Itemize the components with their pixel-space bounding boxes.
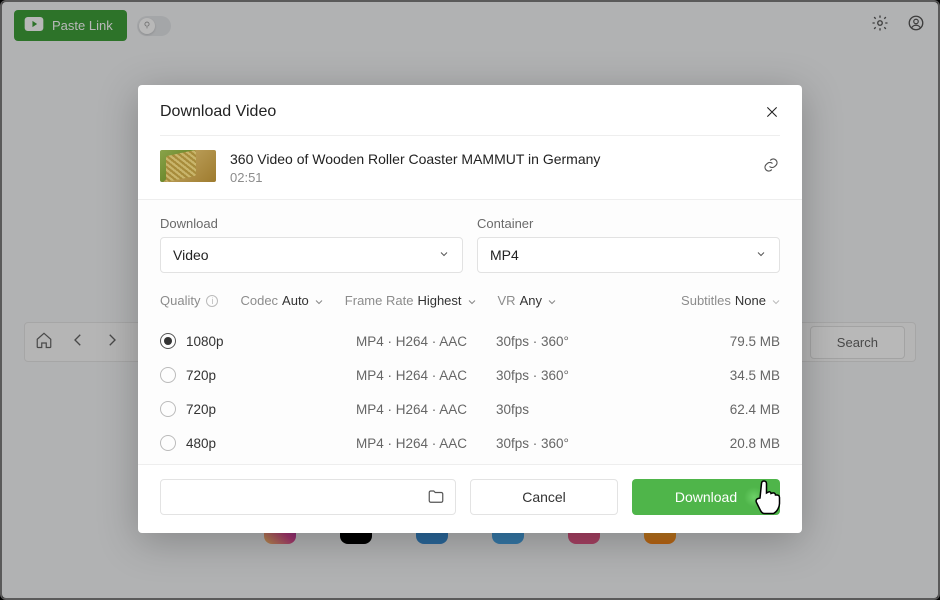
app-window: Paste Link bbox=[0, 0, 940, 600]
subtitles-label: Subtitles bbox=[681, 293, 731, 308]
download-type-field: Download Video bbox=[160, 216, 463, 273]
quality-value: 720p bbox=[186, 368, 356, 383]
codec-value: MP4 · H264 · AAC bbox=[356, 334, 496, 349]
subtitles-value: None bbox=[735, 293, 766, 308]
config-section: Download Video Container MP4 Qualit bbox=[138, 200, 802, 318]
video-meta: 360 Video of Wooden Roller Coaster MAMMU… bbox=[230, 150, 748, 185]
fps-value: 30fps · 360° bbox=[496, 334, 636, 349]
vr-value: Any bbox=[520, 293, 542, 308]
video-info-row: 360 Video of Wooden Roller Coaster MAMMU… bbox=[138, 136, 802, 199]
quality-row[interactable]: 1080pMP4 · H264 · AAC30fps · 360° 79.5 MB bbox=[160, 324, 780, 358]
quality-value: 480p bbox=[186, 436, 356, 451]
chevron-down-icon bbox=[546, 296, 556, 306]
fps-value: 30fps bbox=[496, 402, 636, 417]
download-type-dropdown[interactable]: Video bbox=[160, 237, 463, 273]
info-icon: i bbox=[206, 295, 218, 307]
vr-filter[interactable]: VR Any bbox=[498, 293, 556, 308]
container-dropdown[interactable]: MP4 bbox=[477, 237, 780, 273]
quality-label: Quality bbox=[160, 293, 200, 308]
modal-footer: Cancel Download bbox=[138, 464, 802, 533]
video-thumbnail bbox=[160, 150, 216, 182]
video-duration: 02:51 bbox=[230, 170, 748, 185]
chevron-down-icon bbox=[438, 247, 450, 263]
size-value: 34.5 MB bbox=[730, 368, 780, 383]
codec-value: MP4 · H264 · AAC bbox=[356, 368, 496, 383]
codec-value: MP4 · H264 · AAC bbox=[356, 402, 496, 417]
video-title: 360 Video of Wooden Roller Coaster MAMMU… bbox=[230, 150, 748, 168]
quality-row[interactable]: 720pMP4 · H264 · AAC30fps 62.4 MB bbox=[160, 392, 780, 426]
close-button[interactable] bbox=[764, 104, 780, 120]
link-icon bbox=[762, 161, 780, 178]
modal-header: Download Video bbox=[138, 85, 802, 135]
container-value: MP4 bbox=[490, 247, 519, 263]
radio-button[interactable] bbox=[160, 435, 176, 451]
vr-label: VR bbox=[498, 293, 516, 308]
quality-row[interactable]: 720pMP4 · H264 · AAC30fps · 360° 34.5 MB bbox=[160, 358, 780, 392]
codec-label: Codec bbox=[240, 293, 278, 308]
modal-title: Download Video bbox=[160, 103, 276, 121]
download-video-modal: Download Video 360 Video of Wooden Rolle… bbox=[138, 85, 802, 533]
subtitles-filter[interactable]: Subtitles None bbox=[681, 293, 780, 308]
download-value: Video bbox=[173, 247, 209, 263]
quality-filter[interactable]: Quality i bbox=[160, 293, 218, 308]
frame-rate-value: Highest bbox=[417, 293, 461, 308]
chevron-down-icon bbox=[466, 296, 476, 306]
radio-button[interactable] bbox=[160, 401, 176, 417]
codec-value: Auto bbox=[282, 293, 309, 308]
container-label: Container bbox=[477, 216, 780, 231]
cancel-button[interactable]: Cancel bbox=[470, 479, 618, 515]
chevron-down-icon bbox=[755, 247, 767, 263]
size-value: 20.8 MB bbox=[730, 436, 780, 451]
frame-rate-label: Frame Rate bbox=[345, 293, 414, 308]
quality-value: 1080p bbox=[186, 334, 356, 349]
cancel-label: Cancel bbox=[522, 489, 566, 505]
fps-value: 30fps · 360° bbox=[496, 368, 636, 383]
filters-row: Quality i Codec Auto Frame Rate Highest … bbox=[160, 293, 780, 308]
radio-button[interactable] bbox=[160, 367, 176, 383]
quality-row[interactable]: 480pMP4 · H264 · AAC30fps · 360° 20.8 MB bbox=[160, 426, 780, 460]
fps-value: 30fps · 360° bbox=[496, 436, 636, 451]
quality-list: 1080pMP4 · H264 · AAC30fps · 360°79.5 MB… bbox=[138, 318, 802, 464]
dropdown-row: Download Video Container MP4 bbox=[160, 216, 780, 273]
size-value: 62.4 MB bbox=[730, 402, 780, 417]
folder-icon bbox=[427, 488, 445, 506]
radio-button[interactable] bbox=[160, 333, 176, 349]
download-button[interactable]: Download bbox=[632, 479, 780, 515]
copy-link-button[interactable] bbox=[762, 156, 780, 174]
output-path-field[interactable] bbox=[160, 479, 456, 515]
download-label: Download bbox=[675, 489, 737, 505]
click-ripple bbox=[744, 487, 764, 507]
container-field: Container MP4 bbox=[477, 216, 780, 273]
download-label: Download bbox=[160, 216, 463, 231]
chevron-down-icon bbox=[313, 296, 323, 306]
frame-rate-filter[interactable]: Frame Rate Highest bbox=[345, 293, 476, 308]
codec-value: MP4 · H264 · AAC bbox=[356, 436, 496, 451]
codec-filter[interactable]: Codec Auto bbox=[240, 293, 322, 308]
size-value: 79.5 MB bbox=[730, 334, 780, 349]
quality-value: 720p bbox=[186, 402, 356, 417]
chevron-down-icon bbox=[770, 296, 780, 306]
close-icon bbox=[764, 107, 780, 124]
